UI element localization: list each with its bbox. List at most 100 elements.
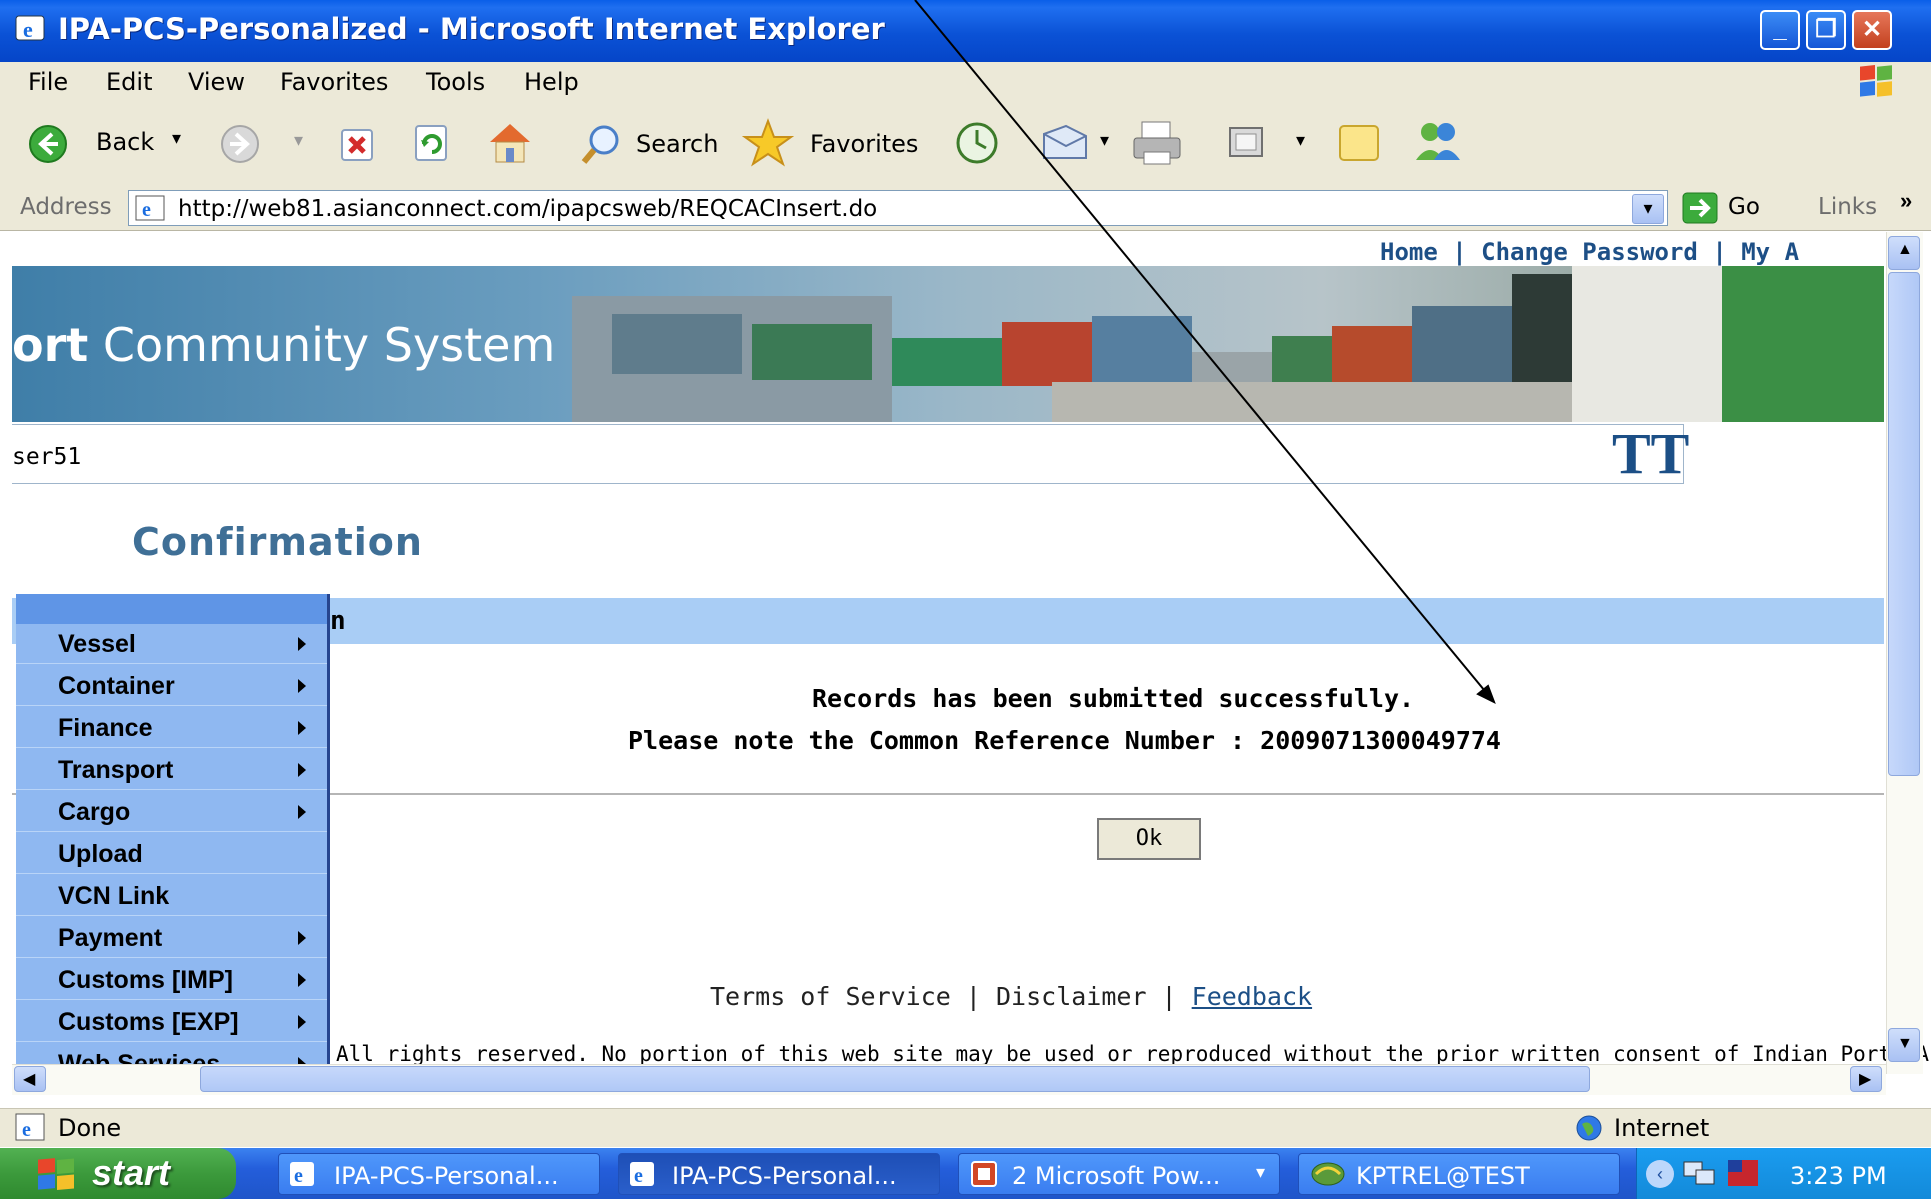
page-icon: e bbox=[135, 195, 165, 221]
stop-icon[interactable] bbox=[338, 124, 378, 164]
disclaimer-link[interactable]: Disclaimer bbox=[996, 982, 1147, 1011]
menu-view[interactable]: View bbox=[188, 68, 245, 96]
menu-transport-label: Transport bbox=[58, 756, 174, 784]
back-button[interactable]: Back ▾ bbox=[24, 120, 204, 168]
windows-logo-icon bbox=[38, 1158, 74, 1190]
menu-container[interactable]: Container bbox=[16, 666, 327, 706]
menu-transport[interactable]: Transport bbox=[16, 750, 327, 790]
minimize-button[interactable]: _ bbox=[1760, 10, 1800, 50]
page-done-icon: e bbox=[15, 1113, 45, 1141]
menu-edit[interactable]: Edit bbox=[106, 68, 152, 96]
flag-icon[interactable] bbox=[1724, 1156, 1764, 1192]
search-icon bbox=[581, 125, 619, 164]
menu-vcn-link[interactable]: VCN Link bbox=[16, 876, 327, 916]
arrow-right-icon bbox=[298, 1057, 306, 1064]
back-dropdown-icon[interactable]: ▾ bbox=[172, 128, 181, 149]
window-title: IPA-PCS-Personalized - Microsoft Interne… bbox=[58, 12, 885, 46]
mail-icon[interactable] bbox=[1040, 122, 1094, 164]
edit-dropdown-icon[interactable]: ▾ bbox=[1296, 130, 1305, 151]
arrow-right-icon bbox=[298, 721, 306, 735]
ie-icon: e bbox=[630, 1162, 654, 1187]
menu-cargo[interactable]: Cargo bbox=[16, 792, 327, 832]
forward-arrow-icon[interactable] bbox=[220, 124, 260, 164]
page-title: Confirmation bbox=[132, 520, 423, 564]
edit-icon[interactable] bbox=[1226, 124, 1268, 162]
svg-text:e: e bbox=[22, 1119, 31, 1141]
menu-cargo-label: Cargo bbox=[58, 798, 131, 826]
chevron-right-icon: ▶ bbox=[1859, 1071, 1872, 1088]
database-icon bbox=[1311, 1162, 1345, 1186]
task-group-dropdown-icon[interactable]: ▾ bbox=[1256, 1162, 1265, 1183]
history-icon[interactable] bbox=[952, 120, 1002, 166]
feedback-link[interactable]: Feedback bbox=[1192, 982, 1312, 1011]
search-button[interactable]: Search bbox=[580, 120, 730, 168]
favorites-label: Favorites bbox=[810, 130, 919, 158]
user-bar bbox=[12, 424, 1684, 484]
arrow-right-icon bbox=[298, 637, 306, 651]
scroll-left-button[interactable]: ◀ bbox=[14, 1066, 46, 1092]
scroll-up-button[interactable]: ▲ bbox=[1888, 236, 1920, 270]
menu-vessel-label: Vessel bbox=[58, 630, 136, 658]
print-icon[interactable] bbox=[1130, 118, 1186, 168]
chevron-right-icon[interactable]: » bbox=[1900, 188, 1912, 214]
menu-vcn-link-label: VCN Link bbox=[58, 882, 170, 910]
task-kptrel-label: KPTREL@TEST bbox=[1356, 1162, 1530, 1190]
security-zone: Internet bbox=[1614, 1114, 1710, 1142]
copyright-text: All rights reserved. No portion of this … bbox=[336, 1042, 1931, 1066]
favorites-button[interactable]: Favorites bbox=[742, 118, 928, 168]
refresh-icon[interactable] bbox=[412, 122, 452, 164]
windows-flag-icon bbox=[1860, 65, 1892, 97]
status-text: Done bbox=[58, 1114, 122, 1142]
menu-finance[interactable]: Finance bbox=[16, 708, 327, 748]
scroll-right-button[interactable]: ▶ bbox=[1850, 1066, 1882, 1092]
terms-link[interactable]: Terms of Service bbox=[710, 982, 951, 1011]
menu-help[interactable]: Help bbox=[524, 68, 579, 96]
left-menu: Vessel Container Finance Transport Cargo… bbox=[16, 594, 330, 1064]
address-dropdown-icon[interactable]: ▾ bbox=[1632, 194, 1664, 224]
discuss-icon[interactable] bbox=[1336, 122, 1382, 164]
svg-text:e: e bbox=[142, 199, 151, 221]
top-nav-links[interactable]: Home | Change Password | My A bbox=[1380, 238, 1799, 266]
tray-expand-icon[interactable]: ‹ bbox=[1646, 1160, 1674, 1188]
chevron-up-icon: ▲ bbox=[1897, 241, 1913, 258]
menu-tools[interactable]: Tools bbox=[426, 68, 485, 96]
section-header-text: n bbox=[330, 606, 346, 636]
vertical-scroll-thumb[interactable] bbox=[1888, 272, 1920, 776]
close-button[interactable]: ✕ bbox=[1852, 10, 1892, 50]
menu-customs-imp[interactable]: Customs [IMP] bbox=[16, 960, 327, 1000]
system-tray bbox=[1636, 1148, 1931, 1199]
links-label[interactable]: Links bbox=[1818, 194, 1877, 220]
menu-favorites[interactable]: Favorites bbox=[280, 68, 388, 96]
footer-separator: | bbox=[950, 982, 996, 1011]
footer-separator: | bbox=[1146, 982, 1192, 1011]
horizontal-scroll-thumb[interactable] bbox=[200, 1066, 1590, 1092]
menu-file[interactable]: File bbox=[28, 68, 68, 96]
svg-text:e: e bbox=[294, 1165, 303, 1187]
success-message: Records has been submitted successfully. bbox=[812, 684, 1415, 713]
restore-button[interactable]: ❐ bbox=[1806, 10, 1846, 50]
back-arrow-icon bbox=[29, 125, 67, 163]
address-url[interactable]: http://web81.asianconnect.com/ipapcsweb/… bbox=[178, 196, 877, 222]
svg-text:e: e bbox=[23, 17, 33, 42]
powerpoint-icon bbox=[971, 1161, 997, 1187]
menu-payment[interactable]: Payment bbox=[16, 918, 327, 958]
menu-vessel[interactable]: Vessel bbox=[16, 624, 327, 664]
forward-dropdown-icon[interactable]: ▾ bbox=[294, 130, 303, 151]
clock: 3:23 PM bbox=[1790, 1162, 1887, 1190]
arrow-right-icon bbox=[298, 973, 306, 987]
scroll-down-button[interactable]: ▼ bbox=[1888, 1028, 1920, 1062]
home-icon[interactable] bbox=[484, 120, 536, 166]
mail-dropdown-icon[interactable]: ▾ bbox=[1100, 130, 1109, 151]
menu-upload[interactable]: Upload bbox=[16, 834, 327, 874]
network-icon[interactable] bbox=[1682, 1158, 1718, 1190]
messenger-icon[interactable] bbox=[1410, 118, 1466, 166]
svg-text:e: e bbox=[634, 1165, 643, 1187]
task-ie-1-label: IPA-PCS-Personal... bbox=[334, 1162, 559, 1190]
menu-web-services[interactable]: Web Services bbox=[16, 1044, 327, 1064]
search-label: Search bbox=[636, 130, 719, 158]
menu-customs-exp[interactable]: Customs [EXP] bbox=[16, 1002, 327, 1042]
ok-button[interactable]: Ok bbox=[1097, 818, 1201, 860]
task-powerpoint-label: 2 Microsoft Pow... bbox=[1012, 1162, 1221, 1190]
go-button[interactable]: Go bbox=[1682, 190, 1768, 226]
left-menu-header bbox=[16, 594, 330, 624]
